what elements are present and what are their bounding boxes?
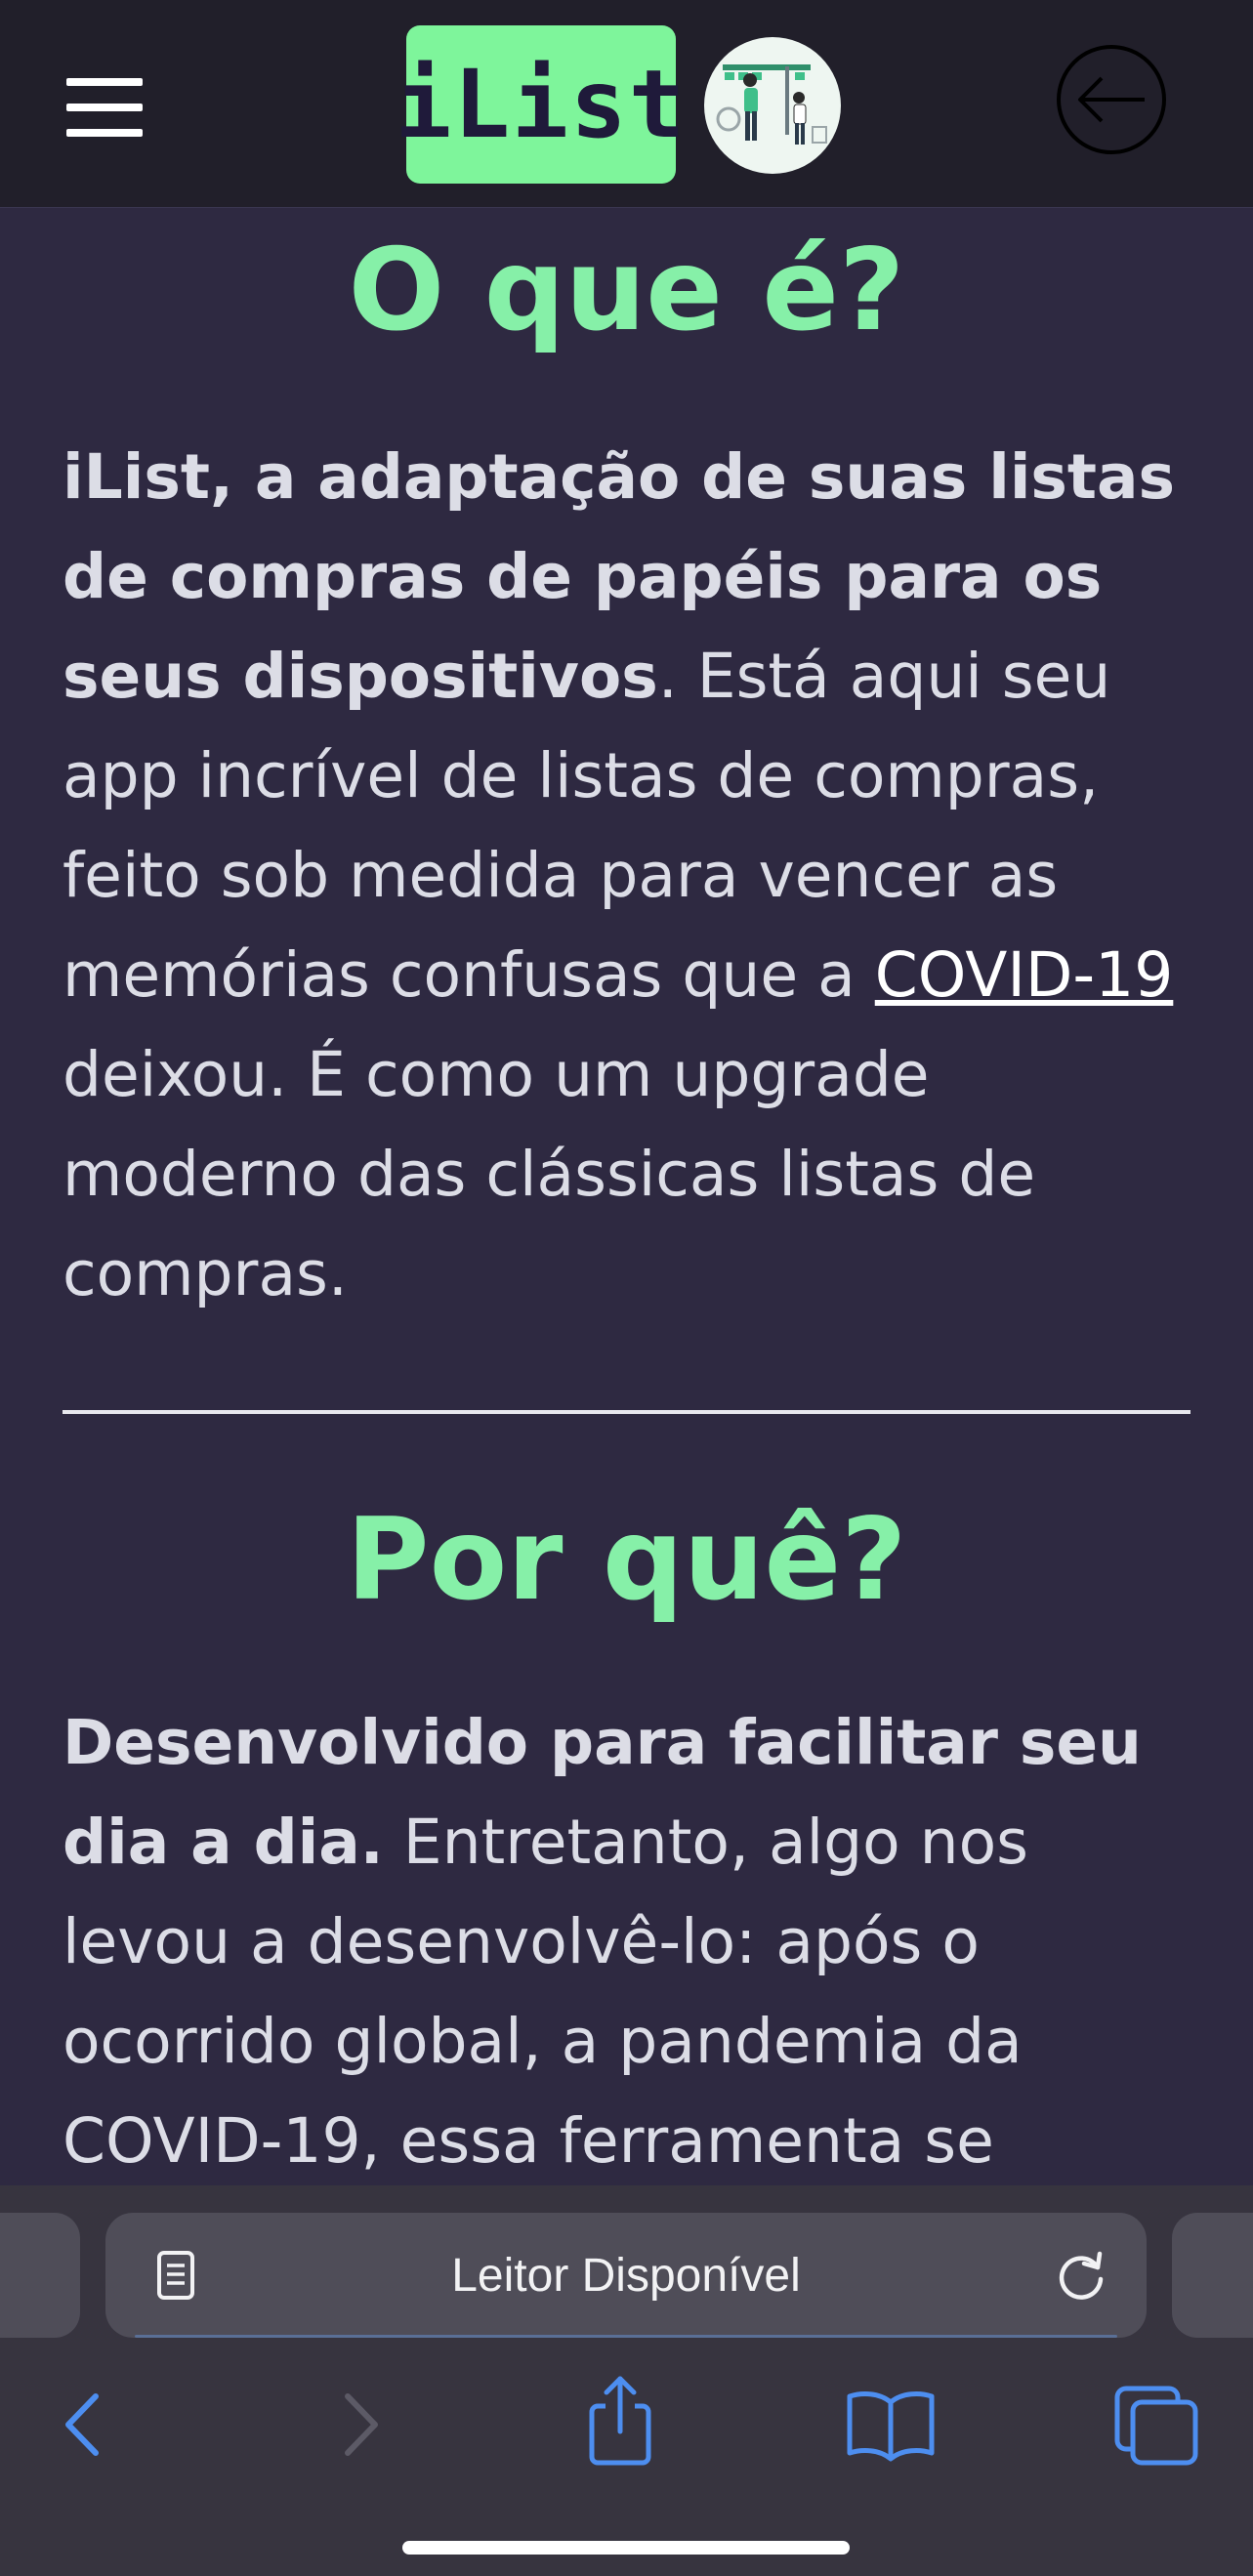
- covid-link[interactable]: COVID-19: [875, 939, 1174, 1011]
- what-text-after-link: deixou. É como um upgrade moderno das cl…: [63, 1039, 1036, 1309]
- tabs-icon[interactable]: [1109, 2381, 1207, 2469]
- browser-url-area: Leitor Disponível: [0, 2185, 1253, 2342]
- address-bar-text: Leitor Disponível: [451, 2249, 801, 2302]
- next-tab-preview[interactable]: [1172, 2213, 1253, 2338]
- logo-text: iList: [395, 50, 688, 159]
- section-title-what: O que é?: [348, 225, 905, 356]
- previous-tab-preview[interactable]: [0, 2213, 80, 2338]
- forward-icon[interactable]: [314, 2381, 402, 2469]
- what-paragraph: iList, a adaptação de suas listas de com…: [63, 428, 1190, 1324]
- browser-toolbar: [0, 2342, 1253, 2576]
- page-load-progress: [135, 2335, 1117, 2338]
- why-paragraph: Desenvolvido para facilitar seu dia a di…: [63, 1693, 1190, 2191]
- address-bar[interactable]: Leitor Disponível: [105, 2213, 1147, 2338]
- share-icon[interactable]: [576, 2371, 664, 2469]
- section-divider: [63, 1410, 1190, 1414]
- logout-arrow-icon[interactable]: [1055, 43, 1168, 156]
- section-title-why: Por quê?: [346, 1494, 907, 1626]
- reload-icon[interactable]: [1055, 2248, 1107, 2303]
- shopping-couple-illustration: [704, 37, 841, 174]
- home-indicator: [402, 2541, 850, 2555]
- app-header: iList: [0, 0, 1253, 208]
- bookmarks-icon[interactable]: [842, 2381, 940, 2469]
- back-icon[interactable]: [41, 2381, 129, 2469]
- logo[interactable]: iList: [396, 25, 686, 184]
- hamburger-menu-icon[interactable]: [66, 78, 145, 137]
